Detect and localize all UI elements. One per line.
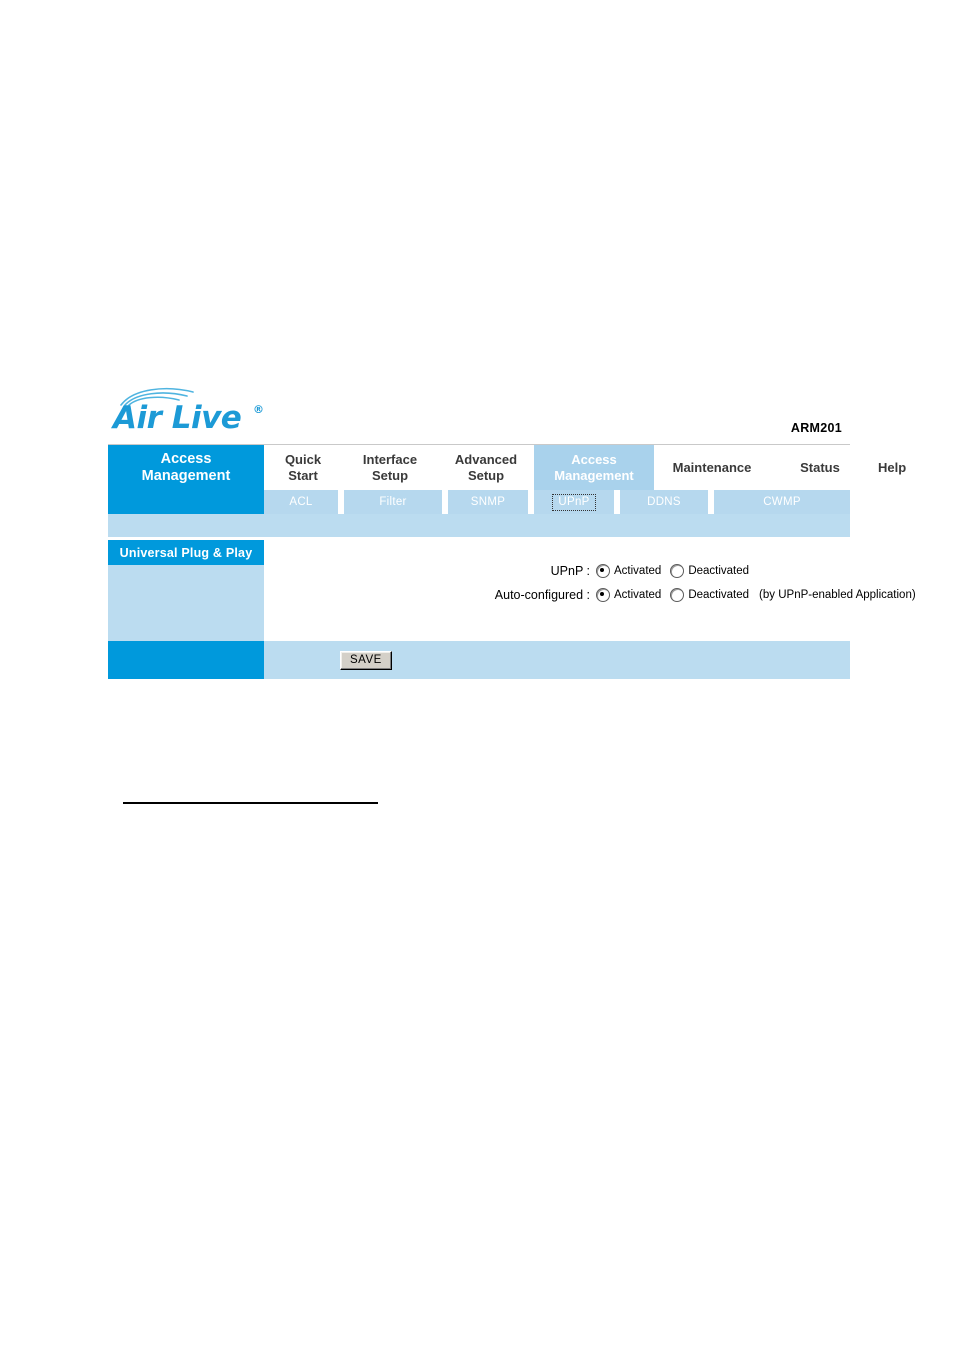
nav-item-quick-start-line2: Start — [288, 467, 318, 483]
auto-configured-activated-label: Activated — [614, 589, 662, 601]
radio-icon-upnp-activated[interactable] — [596, 564, 610, 578]
upnp-controls: Activated Deactivated — [596, 564, 758, 578]
form-footer: SAVE — [108, 641, 850, 679]
current-section-title-line2: Management — [141, 467, 231, 484]
subtab-cwmp-label: CWMP — [763, 495, 801, 508]
auto-configured-deactivated-option[interactable]: Deactivated — [670, 588, 749, 602]
left-section-column: Universal Plug & Play — [108, 540, 264, 641]
current-section-title: Access Management — [108, 445, 264, 490]
nav-item-status-label: Status — [800, 459, 840, 475]
header-logo-strip: Air Live ® ARM201 — [108, 385, 850, 445]
radio-icon-auto-configured-deactivated[interactable] — [670, 588, 685, 602]
upnp-deactivated-label: Deactivated — [688, 565, 750, 577]
left-column-filler — [108, 565, 264, 641]
spacer-strip-right — [264, 514, 850, 537]
nav-item-interface-setup-line2: Setup — [371, 467, 409, 483]
subtab-snmp[interactable]: SNMP — [448, 490, 528, 514]
subtab-ddns[interactable]: DDNS — [620, 490, 708, 514]
nav-item-status[interactable]: Status — [770, 445, 870, 490]
nav-item-access-management[interactable]: Access Management — [534, 445, 654, 490]
subtab-cwmp[interactable]: CWMP — [714, 490, 850, 514]
subtab-left-spacer — [108, 490, 264, 514]
auto-configured-controls: Activated Deactivated (by UPnP-enabled A… — [596, 588, 916, 602]
nav-item-advanced-setup-line1: Advanced — [454, 451, 518, 467]
nav-item-access-management-line1: Access — [571, 451, 617, 467]
logo-wordmark: Air Live — [113, 400, 242, 436]
subtab-acl-label: ACL — [289, 495, 313, 508]
footer-left-block — [108, 641, 264, 679]
router-admin-panel: Air Live ® ARM201 Access Management Quic… — [108, 385, 916, 679]
subtab-acl[interactable]: ACL — [264, 490, 338, 514]
spacer-strip-left — [108, 514, 264, 537]
subtab-upnp[interactable]: UPnP — [534, 490, 614, 514]
nav-items: Quick Start Interface Setup Advanced Set… — [264, 445, 915, 490]
upnp-activated-option[interactable]: Activated — [596, 564, 661, 578]
nav-item-interface-setup[interactable]: Interface Setup — [342, 445, 438, 490]
upnp-deactivated-option[interactable]: Deactivated — [670, 564, 749, 578]
footnote-separator-rule — [123, 802, 378, 804]
subtab-upnp-label: UPnP — [552, 493, 596, 511]
nav-item-interface-setup-line1: Interface — [362, 451, 418, 467]
nav-item-maintenance[interactable]: Maintenance — [654, 445, 770, 490]
airlive-logo: Air Live ® — [113, 387, 278, 439]
registered-trademark-icon: ® — [253, 403, 264, 416]
nav-item-help-label: Help — [878, 459, 907, 475]
nav-item-access-management-line2: Management — [554, 467, 634, 483]
content-body: Universal Plug & Play UPnP : Activated D… — [108, 540, 916, 641]
save-button[interactable]: SAVE — [340, 650, 392, 670]
radio-icon-auto-configured-activated[interactable] — [596, 588, 610, 602]
model-number: ARM201 — [790, 421, 842, 435]
nav-item-advanced-setup[interactable]: Advanced Setup — [438, 445, 534, 490]
upnp-activated-label: Activated — [614, 565, 662, 577]
form-row-auto-configured: Auto-configured : Activated Deactivated … — [264, 583, 916, 607]
sub-navigation-bar: ACL Filter SNMP UPnP DDNS CWMP — [108, 490, 850, 514]
subtab-snmp-label: SNMP — [470, 495, 506, 508]
main-navigation-bar: Access Management Quick Start Interface … — [108, 445, 915, 490]
nav-item-maintenance-label: Maintenance — [672, 459, 752, 475]
form-row-upnp: UPnP : Activated Deactivated — [264, 559, 916, 583]
nav-item-advanced-setup-line2: Setup — [467, 467, 505, 483]
auto-configured-hint: (by UPnP-enabled Application) — [759, 589, 916, 601]
spacer-strip — [108, 514, 850, 537]
section-header-universal-plug-and-play: Universal Plug & Play — [108, 540, 264, 565]
upnp-settings-form: UPnP : Activated Deactivated Auto-config… — [264, 540, 916, 641]
auto-configured-deactivated-label: Deactivated — [688, 589, 750, 601]
subtab-ddns-label: DDNS — [647, 495, 681, 508]
footer-right-block: SAVE — [264, 641, 850, 679]
current-section-title-line1: Access — [160, 450, 212, 467]
subtab-items: ACL Filter SNMP UPnP DDNS CWMP — [264, 490, 850, 514]
subtab-filter-label: Filter — [379, 495, 407, 508]
radio-icon-upnp-deactivated[interactable] — [670, 564, 685, 578]
auto-configured-label: Auto-configured : — [494, 588, 590, 602]
nav-item-quick-start-line1: Quick — [284, 451, 322, 467]
nav-item-quick-start[interactable]: Quick Start — [264, 445, 342, 490]
subtab-filter[interactable]: Filter — [344, 490, 442, 514]
nav-item-help[interactable]: Help — [870, 445, 914, 490]
upnp-label: UPnP : — [550, 564, 590, 578]
auto-configured-activated-option[interactable]: Activated — [596, 588, 661, 602]
